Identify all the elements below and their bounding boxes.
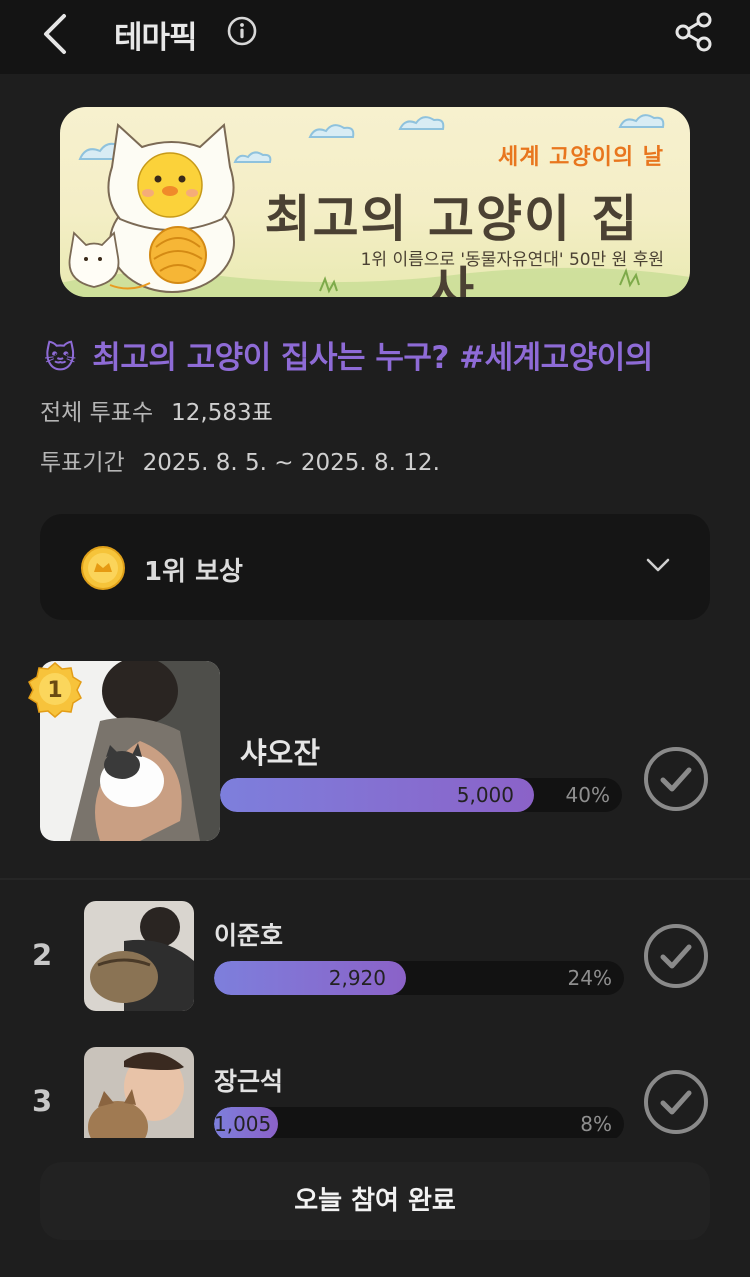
candidate-name-1: 샤오잔: [240, 736, 321, 770]
vote-period: 투표기간 2025. 8. 5. ~ 2025. 8. 12.: [40, 443, 440, 477]
event-banner[interactable]: 세계 고양이의 날 최고의 고양이 집사 1위 이름으로 '동물자유연대' 50…: [60, 107, 690, 297]
vote-bar-3: 1,005 8%: [214, 1107, 624, 1141]
total-votes-label: 전체 투표수: [40, 400, 154, 426]
page-title: 테마픽: [114, 20, 198, 56]
medal-rank: 1: [47, 678, 62, 703]
cat-emoji-icon: 🐱: [44, 340, 76, 376]
total-votes: 전체 투표수 12,583표: [40, 393, 273, 427]
reward-accordion[interactable]: 1위 보상: [40, 514, 710, 620]
back-arrow-icon[interactable]: [38, 10, 78, 58]
divider: [0, 878, 750, 880]
vote-period-value: 2025. 8. 5. ~ 2025. 8. 12.: [142, 450, 440, 476]
banner-subtitle: 세계 고양이의 날: [498, 145, 664, 170]
vote-percent-1: 40%: [565, 783, 610, 807]
rank-number-3: 3: [32, 1084, 53, 1118]
reward-label: 1위 보상: [144, 557, 243, 587]
vote-count-3: 1,005: [214, 1112, 272, 1136]
coin-icon: [81, 546, 125, 590]
candidate-photo-2: [84, 901, 194, 1011]
vote-count-1: 5,000: [456, 783, 514, 807]
participation-done-button[interactable]: 오늘 참여 완료: [40, 1162, 710, 1240]
banner-note: 1위 이름으로 '동물자유연대' 50만 원 후원: [360, 250, 664, 270]
vote-percent-2: 24%: [567, 966, 612, 990]
vote-count-2: 2,920: [328, 966, 386, 990]
share-icon[interactable]: [674, 12, 714, 52]
vote-percent-3: 8%: [580, 1112, 612, 1136]
total-votes-value: 12,583표: [171, 400, 273, 426]
chevron-down-icon[interactable]: [646, 556, 670, 574]
gold-medal-icon: 1: [28, 662, 82, 718]
poll-title-text: 최고의 고양이 집사는 누구? #세계고양이의: [92, 340, 653, 376]
banner-title: 최고의 고양이 집사: [264, 190, 640, 297]
vote-bar-1: 5,000 40%: [220, 778, 622, 812]
vote-period-label: 투표기간: [40, 450, 125, 476]
info-icon[interactable]: [227, 16, 257, 46]
vote-check-button-3[interactable]: [643, 1069, 709, 1135]
top-bar: 테마픽: [0, 0, 750, 74]
vote-check-button-2[interactable]: [643, 923, 709, 989]
candidate-name-2: 이준호: [214, 921, 284, 950]
poll-title: 🐱 최고의 고양이 집사는 누구? #세계고양이의: [44, 332, 750, 377]
candidate-name-3: 장근석: [214, 1067, 284, 1096]
vote-bar-2: 2,920 24%: [214, 961, 624, 995]
rank-number-2: 2: [32, 938, 53, 972]
vote-check-button-1[interactable]: [643, 746, 709, 812]
